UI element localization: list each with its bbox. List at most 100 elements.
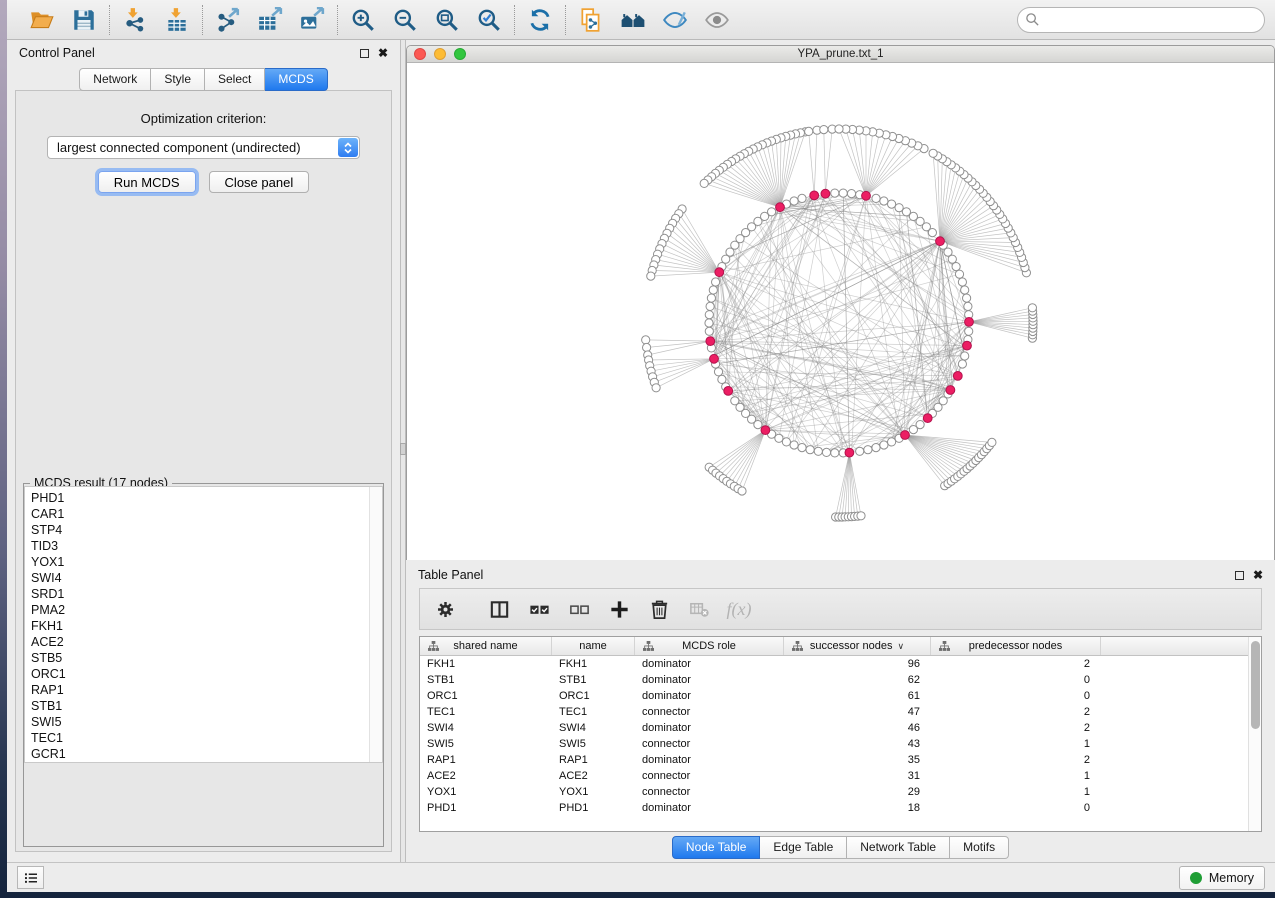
mcds-result-item[interactable]: SRD1 <box>31 586 382 602</box>
table-cell: 0 <box>931 690 1101 702</box>
first-neighbors-icon[interactable] <box>618 5 648 35</box>
search-input[interactable] <box>1017 7 1265 33</box>
table-scrollbar-thumb[interactable] <box>1251 641 1260 729</box>
tab-network-table[interactable]: Network Table <box>847 836 950 859</box>
duplicate-network-icon[interactable] <box>576 5 606 35</box>
mcds-result-item[interactable]: ACE2 <box>31 634 382 650</box>
table-toolbar: f(x) <box>419 588 1262 630</box>
mcds-result-list[interactable]: PHD1CAR1STP4TID3YOX1SWI4SRD1PMA2FKH1ACE2… <box>24 486 383 763</box>
mcds-list-scrollbar[interactable] <box>369 487 382 762</box>
table-row[interactable]: TEC1TEC1connector472 <box>420 704 1261 720</box>
add-column-icon[interactable] <box>604 594 634 624</box>
open-file-icon[interactable] <box>27 5 57 35</box>
splitter-grip[interactable] <box>400 443 406 455</box>
show-all-icon[interactable] <box>702 5 732 35</box>
memory-button[interactable]: Memory <box>1179 866 1265 890</box>
mcds-result-item[interactable]: SWI5 <box>31 714 382 730</box>
table-row[interactable]: SWI4SWI4dominator462 <box>420 720 1261 736</box>
zoom-selected-icon[interactable] <box>474 5 504 35</box>
mcds-result-item[interactable]: TID3 <box>31 538 382 554</box>
table-row[interactable]: PHD1PHD1dominator180 <box>420 800 1261 816</box>
table-cell: 2 <box>931 722 1101 734</box>
table-scrollbar[interactable] <box>1248 637 1261 831</box>
import-network-icon[interactable] <box>120 5 150 35</box>
column-header-successor-nodes[interactable]: successor nodes∨ <box>784 637 931 655</box>
mcds-result-item[interactable]: TEC1 <box>31 730 382 746</box>
table-cell: dominator <box>635 674 784 686</box>
table-cell: STB1 <box>420 674 552 686</box>
delete-table-icon[interactable] <box>684 594 714 624</box>
criterion-dropdown[interactable]: largest connected component (undirected) <box>47 136 360 159</box>
mcds-result-item[interactable]: STB5 <box>31 650 382 666</box>
table-header: shared namenameMCDS rolesuccessor nodes∨… <box>420 637 1261 656</box>
search-icon <box>1025 12 1040 27</box>
hide-selected-icon[interactable] <box>660 5 690 35</box>
mcds-result-item[interactable]: CAR1 <box>31 506 382 522</box>
column-header-shared-name[interactable]: shared name <box>420 637 552 655</box>
table-cell: 96 <box>784 658 931 670</box>
sort-descending-icon[interactable]: ∨ <box>897 641 904 652</box>
mcds-result-item[interactable]: SWI4 <box>31 570 382 586</box>
save-session-icon[interactable] <box>69 5 99 35</box>
tab-node-table[interactable]: Node Table <box>672 836 761 859</box>
table-row[interactable]: ORC1ORC1dominator610 <box>420 688 1261 704</box>
mcds-result-item[interactable]: STP4 <box>31 522 382 538</box>
zoom-in-icon[interactable] <box>348 5 378 35</box>
run-mcds-button[interactable]: Run MCDS <box>98 171 196 193</box>
table-row[interactable]: STB1STB1dominator620 <box>420 672 1261 688</box>
table-cell: connector <box>635 706 784 718</box>
task-history-button[interactable] <box>17 866 44 889</box>
network-canvas[interactable] <box>407 63 1274 560</box>
import-table-icon[interactable] <box>162 5 192 35</box>
table-row[interactable]: RAP1RAP1dominator352 <box>420 752 1261 768</box>
select-all-icon[interactable] <box>524 594 554 624</box>
apply-layout-icon[interactable] <box>525 5 555 35</box>
zoom-out-icon[interactable] <box>390 5 420 35</box>
column-header-MCDS-role[interactable]: MCDS role <box>635 637 784 655</box>
export-table-icon[interactable] <box>255 5 285 35</box>
table-row[interactable]: SWI5SWI5connector431 <box>420 736 1261 752</box>
table-settings-icon[interactable] <box>430 594 460 624</box>
mcds-result-item[interactable]: STB1 <box>31 698 382 714</box>
export-image-icon[interactable] <box>297 5 327 35</box>
table-row[interactable]: ACE2ACE2connector311 <box>420 768 1261 784</box>
zoom-fit-icon[interactable] <box>432 5 462 35</box>
table-cell: dominator <box>635 754 784 766</box>
mcds-result-item[interactable]: RAP1 <box>31 682 382 698</box>
function-builder-icon[interactable]: f(x) <box>724 594 754 624</box>
close-panel-button[interactable]: Close panel <box>209 171 310 193</box>
export-network-icon[interactable] <box>213 5 243 35</box>
column-header-predecessor-nodes[interactable]: predecessor nodes <box>931 637 1101 655</box>
close-panel-icon[interactable]: ✖ <box>378 47 388 59</box>
table-cell: 2 <box>931 706 1101 718</box>
tab-edge-table[interactable]: Edge Table <box>760 836 847 859</box>
table-row[interactable]: YOX1YOX1connector291 <box>420 784 1261 800</box>
mcds-result-item[interactable]: YOX1 <box>31 554 382 570</box>
tab-network[interactable]: Network <box>79 68 151 91</box>
table-cell: YOX1 <box>552 786 635 798</box>
tab-style[interactable]: Style <box>151 68 205 91</box>
network-graph[interactable] <box>407 63 1274 559</box>
tab-select[interactable]: Select <box>205 68 265 91</box>
tab-mcds[interactable]: MCDS <box>265 68 327 91</box>
mcds-result-item[interactable]: PHD1 <box>31 490 382 506</box>
column-header-name[interactable]: name <box>552 637 635 655</box>
tab-motifs[interactable]: Motifs <box>950 836 1009 859</box>
float-table-panel-icon[interactable] <box>1235 571 1244 580</box>
table-cell: 2 <box>931 658 1101 670</box>
table-cell: 43 <box>784 738 931 750</box>
mcds-result-item[interactable]: PMA2 <box>31 602 382 618</box>
table-cell: ACE2 <box>552 770 635 782</box>
deselect-all-icon[interactable] <box>564 594 594 624</box>
table-row[interactable]: FKH1FKH1dominator962 <box>420 656 1261 672</box>
table-cell: TEC1 <box>420 706 552 718</box>
float-panel-icon[interactable] <box>360 49 369 58</box>
close-table-panel-icon[interactable]: ✖ <box>1253 569 1263 581</box>
delete-column-icon[interactable] <box>644 594 674 624</box>
mcds-result-item[interactable]: FKH1 <box>31 618 382 634</box>
mcds-result-item[interactable]: ORC1 <box>31 666 382 682</box>
column-layout-icon[interactable] <box>484 594 514 624</box>
mcds-result-item[interactable]: GCR1 <box>31 746 382 762</box>
network-window-titlebar[interactable]: YPA_prune.txt_1 <box>407 46 1274 63</box>
vertical-splitter[interactable] <box>400 40 406 862</box>
